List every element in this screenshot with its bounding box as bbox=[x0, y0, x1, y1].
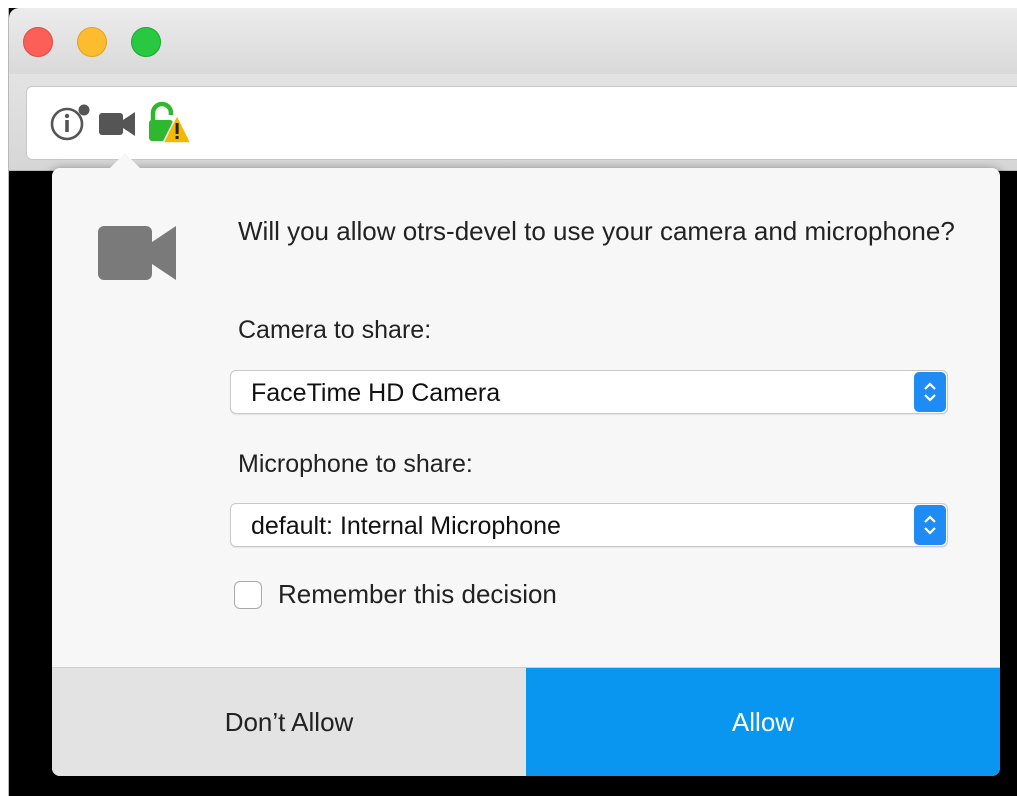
popup-footer: Don’t Allow Allow bbox=[52, 667, 1000, 776]
camera-icon[interactable] bbox=[99, 103, 137, 143]
minimize-window-button[interactable] bbox=[77, 27, 107, 57]
remember-decision-checkbox[interactable] bbox=[234, 581, 262, 609]
permission-question: Will you allow otrs-devel to use your ca… bbox=[238, 216, 955, 246]
info-icon[interactable] bbox=[49, 103, 93, 143]
camera-select-value: FaceTime HD Camera bbox=[251, 379, 501, 407]
camera-icon bbox=[98, 226, 176, 280]
remember-decision-label[interactable]: Remember this decision bbox=[278, 579, 557, 610]
select-stepper-icon[interactable] bbox=[914, 372, 946, 412]
toolbar bbox=[9, 74, 1017, 171]
microphone-select[interactable]: default: Internal Microphone bbox=[230, 503, 948, 547]
url-bar[interactable] bbox=[26, 86, 1017, 160]
microphone-select-value: default: Internal Microphone bbox=[251, 512, 561, 540]
dont-allow-button[interactable]: Don’t Allow bbox=[52, 668, 526, 776]
close-window-button[interactable] bbox=[23, 27, 53, 57]
lock-warning-icon[interactable] bbox=[147, 101, 191, 145]
popup-pointer-arrow bbox=[101, 153, 149, 177]
select-stepper-icon[interactable] bbox=[914, 505, 946, 545]
zoom-window-button[interactable] bbox=[131, 27, 161, 57]
camera-select[interactable]: FaceTime HD Camera bbox=[230, 370, 948, 414]
title-bar bbox=[9, 8, 1017, 74]
microphone-label: Microphone to share: bbox=[238, 450, 473, 478]
allow-button[interactable]: Allow bbox=[526, 668, 1000, 776]
permission-popup: Will you allow otrs-devel to use your ca… bbox=[52, 168, 1000, 776]
camera-label: Camera to share: bbox=[238, 316, 432, 344]
